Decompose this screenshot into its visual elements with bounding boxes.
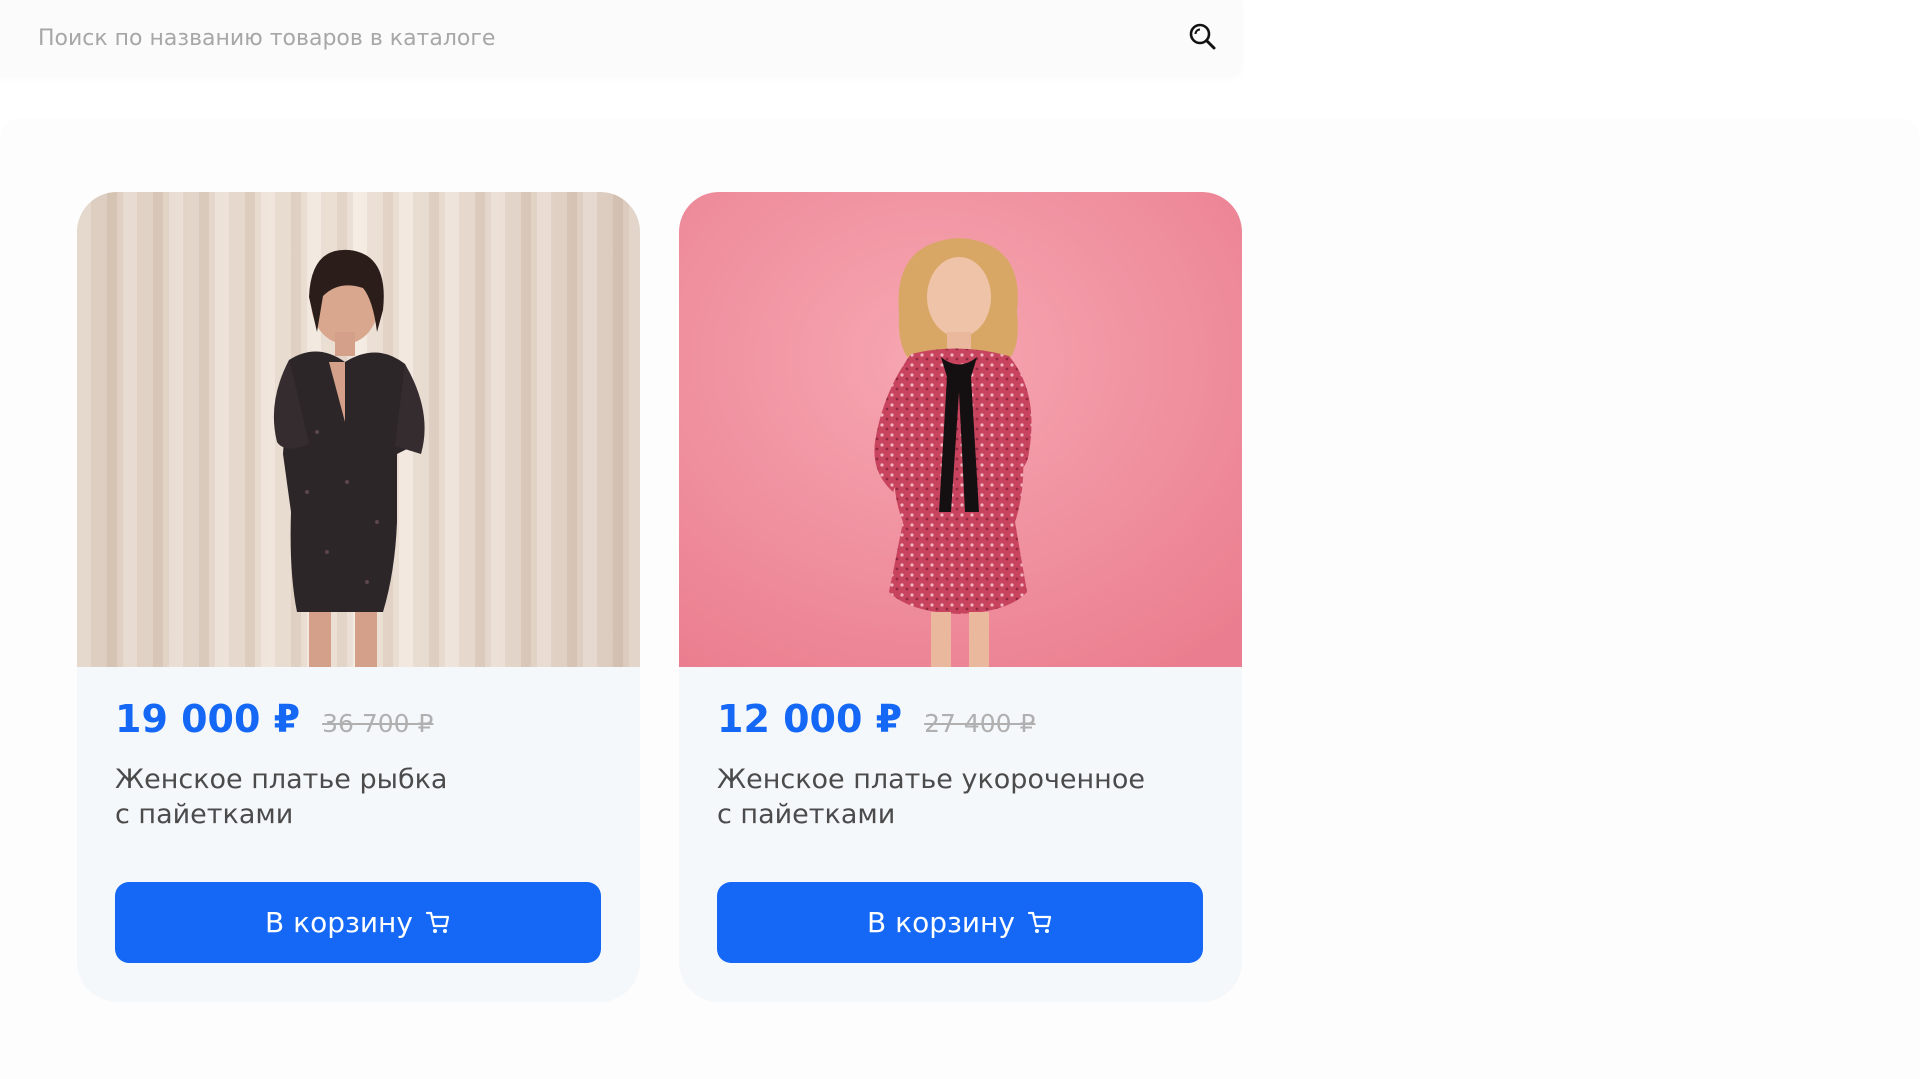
- add-to-cart-button[interactable]: В корзину: [115, 882, 601, 963]
- cart-icon: [425, 910, 451, 936]
- product-card[interactable]: 12 000 ₽ 27 400 ₽ Женское платье укороче…: [679, 192, 1242, 1002]
- product-image[interactable]: [77, 192, 640, 667]
- price-old: 27 400 ₽: [924, 709, 1036, 738]
- product-image[interactable]: [679, 192, 1242, 667]
- product-title-line: с пайетками: [717, 799, 896, 830]
- search-icon: [1188, 22, 1218, 57]
- product-card[interactable]: 19 000 ₽ 36 700 ₽ Женское платье рыбка с…: [77, 192, 640, 1002]
- price-old: 36 700 ₽: [322, 709, 434, 738]
- product-title[interactable]: Женское платье укороченное с пайетками: [717, 762, 1197, 832]
- price-row: 19 000 ₽ 36 700 ₽: [115, 697, 433, 741]
- search-button[interactable]: [1186, 22, 1220, 56]
- price-current: 19 000 ₽: [115, 697, 301, 741]
- price-row: 12 000 ₽ 27 400 ₽: [717, 697, 1035, 741]
- add-to-cart-label: В корзину: [867, 906, 1015, 939]
- price-current: 12 000 ₽: [717, 697, 903, 741]
- product-title-line: Женское платье рыбка: [115, 764, 448, 795]
- product-title-line: Женское платье укороченное: [717, 764, 1145, 795]
- add-to-cart-button[interactable]: В корзину: [717, 882, 1203, 963]
- add-to-cart-label: В корзину: [265, 906, 413, 939]
- cart-icon: [1027, 910, 1053, 936]
- product-title-line: с пайетками: [115, 799, 294, 830]
- search-input[interactable]: [38, 18, 1158, 58]
- product-title[interactable]: Женское платье рыбка с пайетками: [115, 762, 595, 832]
- search-bar: [0, 0, 1242, 78]
